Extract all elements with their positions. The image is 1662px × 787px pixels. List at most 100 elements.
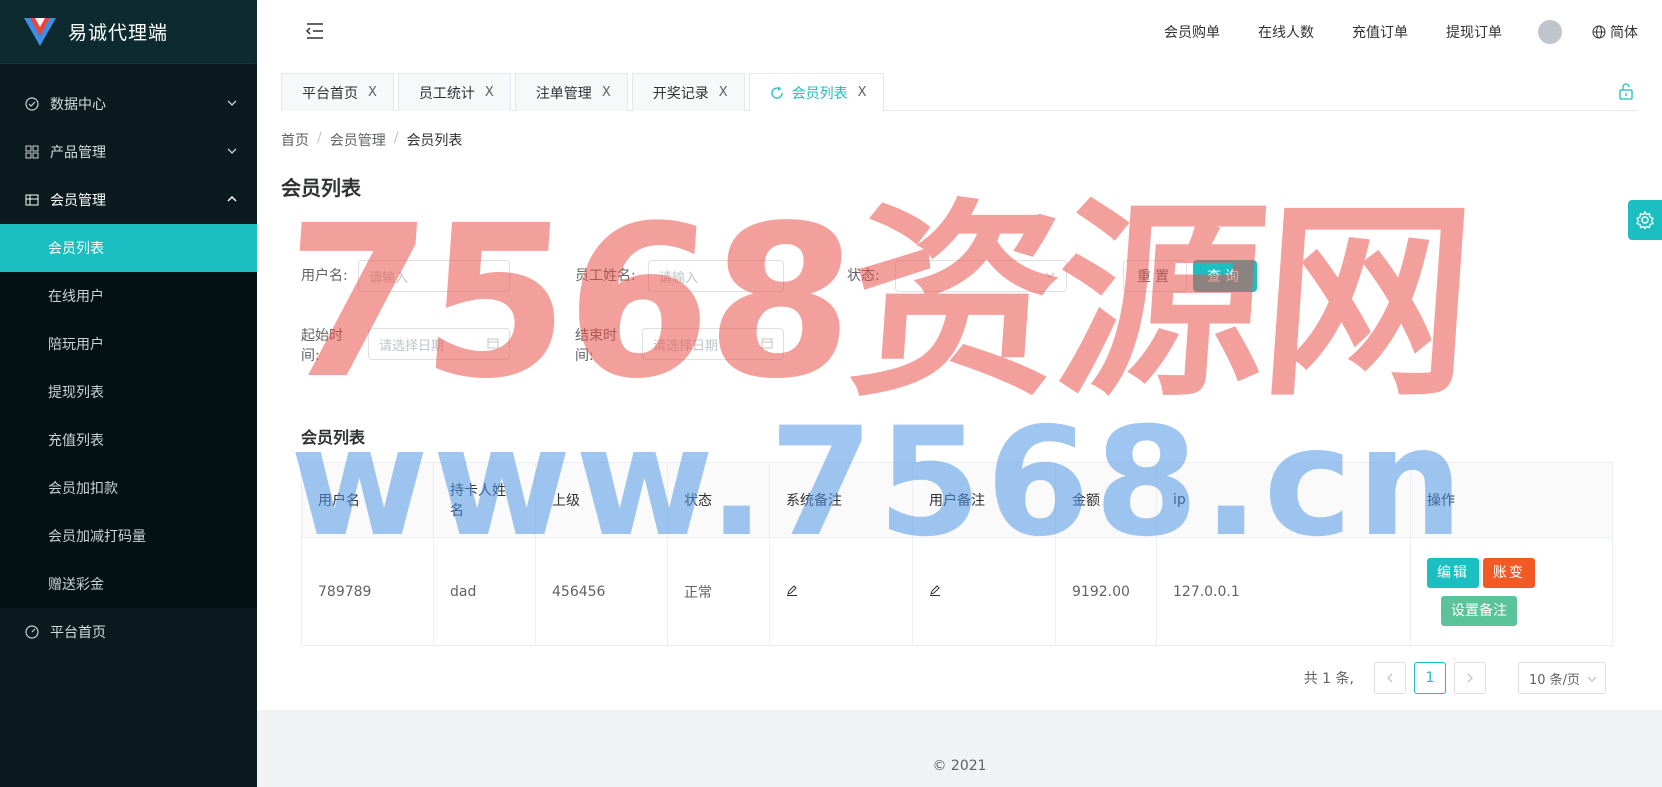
member-table: 用户名 持卡人姓名 上级 状态 系统备注 用户备注 金额 ip 操作 78978… <box>301 462 1613 646</box>
sidebar-subitem-withdraw-list[interactable]: 提现列表 <box>0 368 257 416</box>
table-row: 789789 dad 456456 正常 9192.00 127.0.0.1 编… <box>301 537 1613 646</box>
logo[interactable]: 易诚代理端 <box>0 0 257 64</box>
column-header: ip <box>1156 462 1411 538</box>
close-icon[interactable]: X <box>485 85 494 100</box>
query-button[interactable]: 查询 <box>1193 260 1257 292</box>
pagination: 共 1 条, 1 10 条/页 <box>1304 662 1606 694</box>
username-label: 用户名: <box>301 268 348 284</box>
calendar-icon <box>761 338 773 349</box>
tab-label: 注单管理 <box>535 85 592 102</box>
column-header: 金额 <box>1055 462 1157 538</box>
next-page-button[interactable] <box>1454 662 1486 694</box>
header-right: 会员购单 在线人数 充值订单 提现订单 简体 <box>1164 0 1638 64</box>
page-number[interactable]: 1 <box>1414 662 1446 694</box>
edit-pencil-icon[interactable] <box>786 584 798 596</box>
sidebar-item-products[interactable]: 产品管理 <box>0 128 257 176</box>
end-time-label: 结束时间: <box>575 328 617 364</box>
column-header: 状态 <box>667 462 770 538</box>
sidebar-subitem-bonus-gift[interactable]: 赠送彩金 <box>0 560 257 608</box>
tab-bar: 平台首页 X 员工统计 X 注单管理 X 开奖记录 X 会员列表 X <box>281 73 1638 111</box>
sidebar: 易诚代理端 数据中心 产品管理 会员管理 会员列表 在线用户 陪玩用户 提现列表… <box>0 0 257 787</box>
sidebar-item-members[interactable]: 会员管理 <box>0 176 257 224</box>
cell-status: 正常 <box>667 537 770 646</box>
column-header: 用户名 <box>301 462 434 538</box>
chevron-down-icon <box>1045 272 1055 278</box>
username-input[interactable]: 请输入 <box>358 260 510 292</box>
staff-name-input[interactable]: 请输入 <box>648 260 784 292</box>
sidebar-subitem-recharge-list[interactable]: 充值列表 <box>0 416 257 464</box>
pagination-total: 共 1 条, <box>1303 671 1354 687</box>
column-header: 用户备注 <box>912 462 1056 538</box>
calendar-icon <box>487 338 499 349</box>
footer-year: 2021 <box>950 758 987 774</box>
close-icon[interactable]: X <box>368 85 377 100</box>
start-date-input[interactable]: 请选择日期 <box>368 328 510 360</box>
close-icon[interactable]: X <box>602 85 611 100</box>
close-icon[interactable]: X <box>858 85 867 100</box>
refresh-icon[interactable] <box>770 86 784 100</box>
language-switch[interactable]: 简体 <box>1592 22 1638 42</box>
header-link-online-count[interactable]: 在线人数 <box>1258 22 1314 42</box>
header-link-withdraw-orders[interactable]: 提现订单 <box>1446 22 1502 42</box>
reset-button[interactable]: 重置 <box>1123 260 1187 292</box>
table-icon <box>24 192 40 208</box>
tab-draw-records[interactable]: 开奖记录 X <box>631 73 745 111</box>
account-change-button[interactable]: 账变 <box>1483 557 1535 588</box>
sidebar-item-label: 产品管理 <box>50 145 106 161</box>
staff-name-label: 员工姓名: <box>575 268 636 284</box>
status-select[interactable] <box>895 260 1067 292</box>
prev-page-button[interactable] <box>1374 662 1406 694</box>
tab-staff-stats[interactable]: 员工统计 X <box>397 73 511 111</box>
unlock-icon[interactable] <box>1618 82 1634 100</box>
header-link-member-orders[interactable]: 会员购单 <box>1164 22 1220 42</box>
chevron-left-icon <box>1387 673 1393 683</box>
sidebar-subitem-balance-adjust[interactable]: 会员加扣款 <box>0 464 257 512</box>
vue-logo-icon <box>24 17 56 46</box>
sidebar-subitem-bet-volume-adjust[interactable]: 会员加减打码量 <box>0 512 257 560</box>
edit-button[interactable]: 编辑 <box>1427 557 1479 588</box>
page-size-select[interactable]: 10 条/页 <box>1518 662 1606 694</box>
cell-cardholder: dad <box>433 537 536 646</box>
breadcrumb: 首页 / 会员管理 / 会员列表 <box>281 130 462 150</box>
start-date-placeholder: 请选择日期 <box>379 338 445 354</box>
sidebar-subitem-member-list[interactable]: 会员列表 <box>0 224 257 272</box>
close-icon[interactable]: X <box>719 85 728 100</box>
copyright-icon: © <box>932 758 947 774</box>
page-size-value: 10 条/页 <box>1529 672 1581 688</box>
footer: © 2021 <box>257 758 1662 774</box>
tab-bet-management[interactable]: 注单管理 X <box>514 73 628 111</box>
sidebar-item-label: 平台首页 <box>50 625 106 641</box>
menu-fold-icon[interactable] <box>305 22 325 40</box>
tab-member-list[interactable]: 会员列表 X <box>748 73 884 111</box>
members-submenu: 会员列表 在线用户 陪玩用户 提现列表 充值列表 会员加扣款 会员加减打码量 赠… <box>0 224 257 608</box>
breadcrumb-separator: / <box>317 130 322 146</box>
sidebar-item-platform-home[interactable]: 平台首页 <box>0 608 257 656</box>
cell-username: 789789 <box>301 537 434 646</box>
set-remark-button[interactable]: 设置备注 <box>1441 595 1517 626</box>
settings-button[interactable] <box>1628 200 1662 240</box>
cell-actions: 编辑 账变 设置备注 <box>1410 537 1613 646</box>
tab-label: 平台首页 <box>302 85 358 102</box>
page-title: 会员列表 <box>281 176 361 200</box>
table-title: 会员列表 <box>301 428 366 447</box>
breadcrumb-home[interactable]: 首页 <box>281 130 309 150</box>
edit-pencil-icon[interactable] <box>929 584 941 596</box>
tab-platform-home[interactable]: 平台首页 X <box>281 73 394 111</box>
chevron-down-icon <box>227 100 237 106</box>
header-link-recharge-orders[interactable]: 充值订单 <box>1352 22 1408 42</box>
avatar[interactable] <box>1538 20 1562 44</box>
column-header: 持卡人姓名 <box>433 462 536 538</box>
dashboard-icon <box>24 624 40 640</box>
end-date-input[interactable]: 请选择日期 <box>642 328 784 360</box>
column-header: 操作 <box>1410 462 1613 538</box>
cell-amount: 9192.00 <box>1055 537 1157 646</box>
check-circle-icon <box>24 96 40 112</box>
column-header: 上级 <box>535 462 668 538</box>
breadcrumb-separator: / <box>393 130 399 146</box>
table-header-row: 用户名 持卡人姓名 上级 状态 系统备注 用户备注 金额 ip 操作 <box>301 462 1613 538</box>
sidebar-subitem-companion-users[interactable]: 陪玩用户 <box>0 320 257 368</box>
breadcrumb-members[interactable]: 会员管理 <box>330 130 386 150</box>
sidebar-subitem-online-users[interactable]: 在线用户 <box>0 272 257 320</box>
breadcrumb-current: 会员列表 <box>406 133 463 149</box>
sidebar-item-data-center[interactable]: 数据中心 <box>0 80 257 128</box>
